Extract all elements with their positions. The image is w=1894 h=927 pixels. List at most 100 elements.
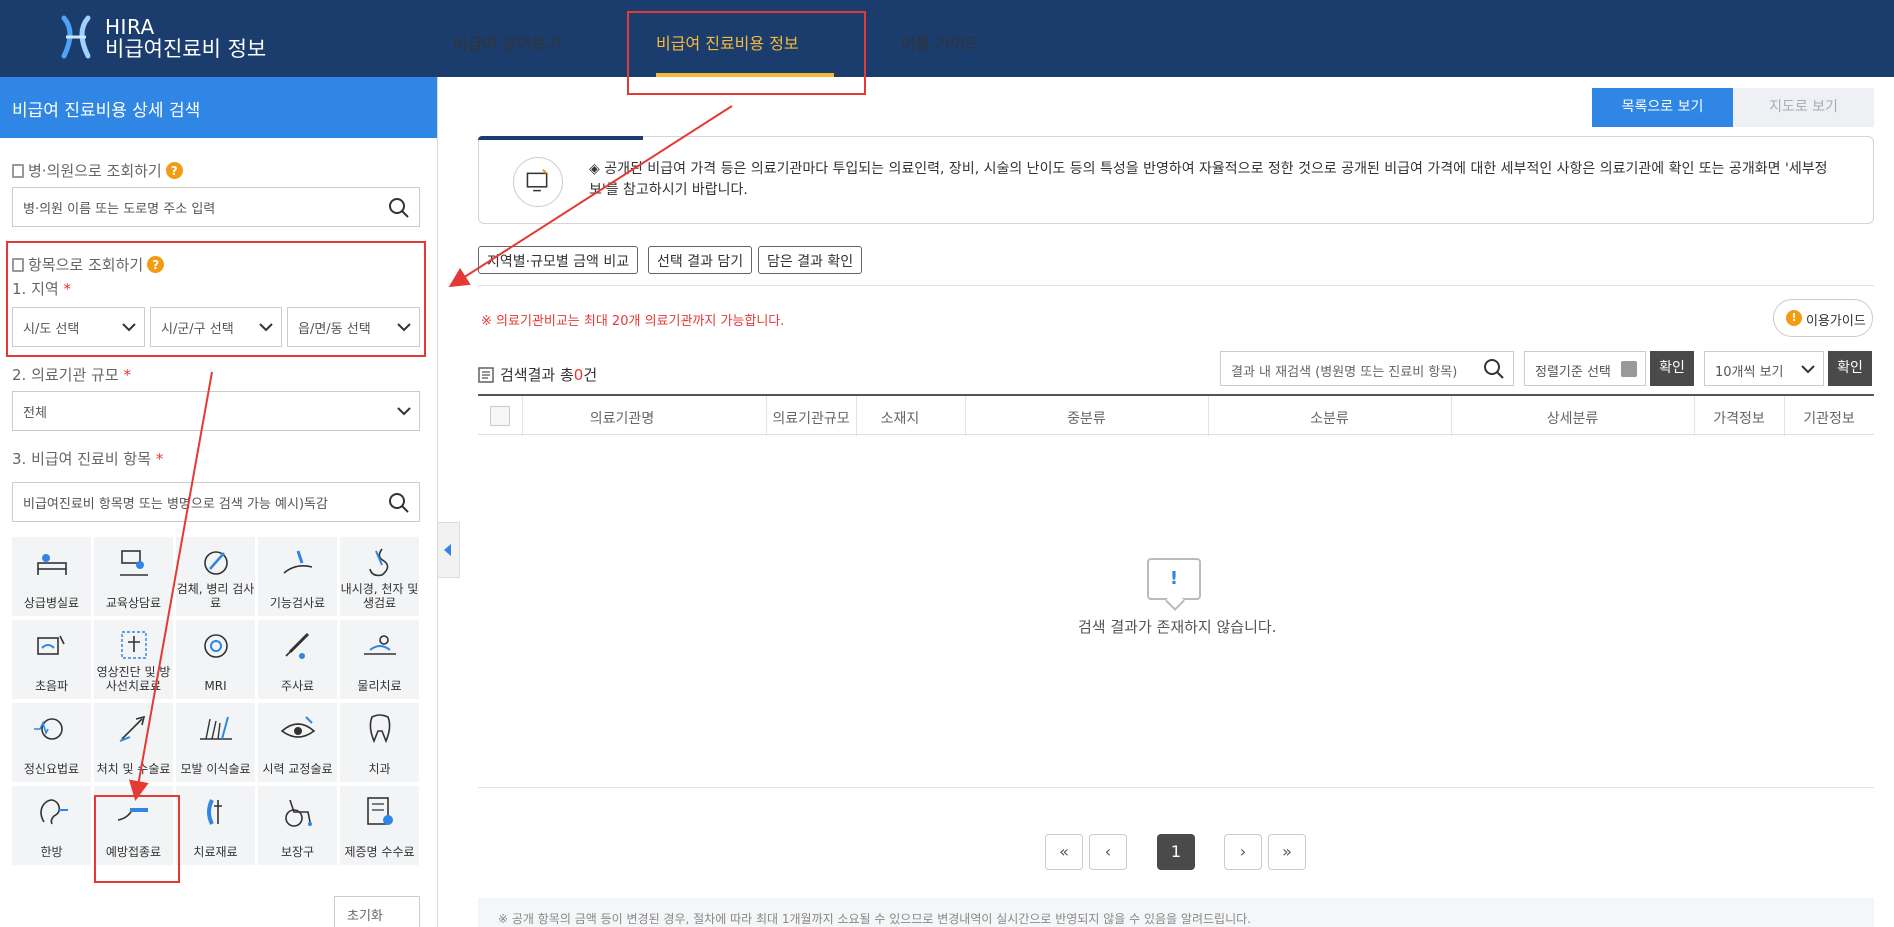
compare-limit-warning: ※ 의료기관비교는 최대 20개 의료기관까지 가능합니다. [481,314,785,329]
help-icon[interactable]: ? [147,256,165,273]
list-icon [478,366,494,383]
mri-icon [204,634,228,658]
category-surgery[interactable]: 처치 및 수술료 [94,703,173,782]
item-search-placeholder: 비급여진료비 항목명 또는 병명으로 검색 가능 예시)독감 [23,496,328,512]
category-psychotherapy[interactable]: 정신요법료 [12,703,91,782]
sort-select[interactable]: 정렬기준 선택 [1524,351,1646,386]
brand-line2: 비급여진료비 정보 [105,37,267,61]
category-ultrasound[interactable]: 초음파 [12,620,91,699]
map-view-button[interactable]: 지도로 보기 [1733,88,1874,127]
nav-item-about[interactable]: 비급여 알아보기 [453,30,561,54]
view-saved-button[interactable]: 담은 결과 확인 [758,246,863,274]
column-header[interactable]: 기관정보 [1784,408,1874,428]
column-header[interactable]: 가격정보 [1694,408,1784,428]
empty-result-icon: ! [1147,558,1201,600]
category-hospital-room[interactable]: 상급병실료 [12,537,91,616]
search-icon[interactable] [388,197,410,219]
item-label: 3. 비급여 진료비 항목 * [12,450,164,468]
section-divider [478,285,1874,286]
category-assistive-device[interactable]: 보장구 [258,786,337,865]
hospital-search-placeholder: 병·의원 이름 또는 도로명 주소 입력 [23,201,216,217]
result-search-input[interactable]: 결과 내 재검색 (병원명 또는 진료비 항목) [1220,351,1514,386]
category-vaccination[interactable]: 예방접종료 [94,786,173,865]
help-icon[interactable]: ? [165,162,183,179]
item-search-label: 항목으로 조회하기 ? [12,254,165,275]
list-view-button[interactable]: 목록으로 보기 [1592,88,1733,127]
chevron-down-icon [397,407,411,416]
category-counseling[interactable]: 교육상담료 [94,537,173,616]
stomach-icon [369,548,389,577]
therapy-icon [364,635,396,655]
category-imaging[interactable]: 영상진단 및 방사선치료료 [94,620,173,699]
column-header[interactable]: 의료기관명 [522,408,722,428]
sidebar-title: 비급여 진료비용 상세 검색 [0,77,437,138]
select-all-checkbox[interactable] [490,406,510,426]
microscope-icon [204,551,228,575]
column-header[interactable]: 소분류 [1208,408,1451,428]
column-header[interactable]: 중분류 [965,408,1208,428]
chevron-down-icon [1801,365,1815,374]
chevron-down-icon [397,323,411,332]
category-mri[interactable]: MRI [176,620,255,699]
hospital-search-input[interactable]: 병·의원 이름 또는 도로명 주소 입력 [12,187,420,227]
category-oriental-medicine[interactable]: 한방 [12,786,91,865]
usage-guide-button[interactable]: ! 이용가이드 [1773,299,1873,337]
category-dental[interactable]: 치과 [340,703,419,782]
nav-item-guide[interactable]: 이용 가이드 [901,30,980,54]
city-select[interactable]: 시/군/구 선택 [150,307,282,347]
notice-box: ◈ 공개된 비급여 가격 등은 의료기관마다 투입되는 의료인력, 장비, 시술… [478,136,1874,224]
results-table-header: 의료기관명 의료기관규모 소재지 중분류 소분류 상세분류 가격정보 기관정보 [478,394,1874,436]
monitor-icon [513,157,563,207]
page-number-current[interactable]: 1 [1157,834,1195,870]
category-endoscopy[interactable]: 내시경, 천자 및 생검료 [340,537,419,616]
save-selection-button[interactable]: 선택 결과 담기 [648,246,753,274]
chevron-down-icon [122,323,136,332]
next-page-button[interactable]: › [1224,834,1262,870]
column-header[interactable]: 상세분류 [1451,408,1694,428]
scalpel-icon [119,715,146,742]
nav-item-cost-info[interactable]: 비급여 진료비용 정보 [656,30,799,54]
page-size-confirm-button[interactable]: 확인 [1828,351,1872,386]
category-physical-therapy[interactable]: 물리치료 [340,620,419,699]
category-hair-transplant[interactable]: 모발 이식술료 [176,703,255,782]
brand-title[interactable]: HIRA 비급여진료비 정보 [105,16,266,60]
hira-logo-icon[interactable] [58,14,94,60]
category-injection[interactable]: 주사료 [258,620,337,699]
category-certificate-fee[interactable]: 제증명 수수료 [340,786,419,865]
column-header[interactable]: 소재지 [856,408,944,428]
region-label: 1. 지역 * [12,280,71,298]
search-icon[interactable] [388,492,410,514]
item-search-label-text: 항목으로 조회하기 [28,256,144,274]
nav-active-underline [656,73,834,77]
page-size-select[interactable]: 10개씩 보기 [1704,351,1824,386]
document-icon [367,797,393,825]
prev-page-button[interactable]: ‹ [1089,834,1127,870]
town-select[interactable]: 읍/면/동 선택 [287,307,420,347]
sort-confirm-button[interactable]: 확인 [1650,351,1694,386]
list-icon [12,257,24,272]
eye-icon [280,716,316,738]
bed-icon [37,554,67,575]
region-scale-compare-button[interactable]: 지역별·규모별 금액 비교 [478,246,639,274]
result-count: 0 [573,366,584,384]
category-pathology[interactable]: 검체, 병리 검사료 [176,537,255,616]
vaccine-icon [117,808,148,821]
item-search-input[interactable]: 비급여진료비 항목명 또는 병명으로 검색 가능 예시)독감 [12,482,420,522]
column-header[interactable]: 의료기관규모 [766,408,856,428]
hospital-search-label: 병·의원으로 조회하기 ? [12,160,183,181]
brand-line1: HIRA [105,15,155,39]
category-vision[interactable]: 시력 교정술료 [258,703,337,782]
syringe-icon [285,632,310,659]
province-select[interactable]: 시/도 선택 [12,307,145,347]
search-icon[interactable] [1483,358,1505,380]
sidebar-collapse-toggle[interactable] [438,522,460,578]
category-function-test[interactable]: 기능검사료 [258,537,337,616]
notice-accent-bar [478,136,643,140]
first-page-button[interactable]: « [1045,834,1083,870]
building-icon [12,163,24,178]
institution-scale-select[interactable]: 전체 [12,391,420,431]
category-materials[interactable]: 치료재료 [176,786,255,865]
chevron-down-icon [259,323,273,332]
reset-button[interactable]: 초기화 [334,896,420,927]
last-page-button[interactable]: » [1268,834,1306,870]
